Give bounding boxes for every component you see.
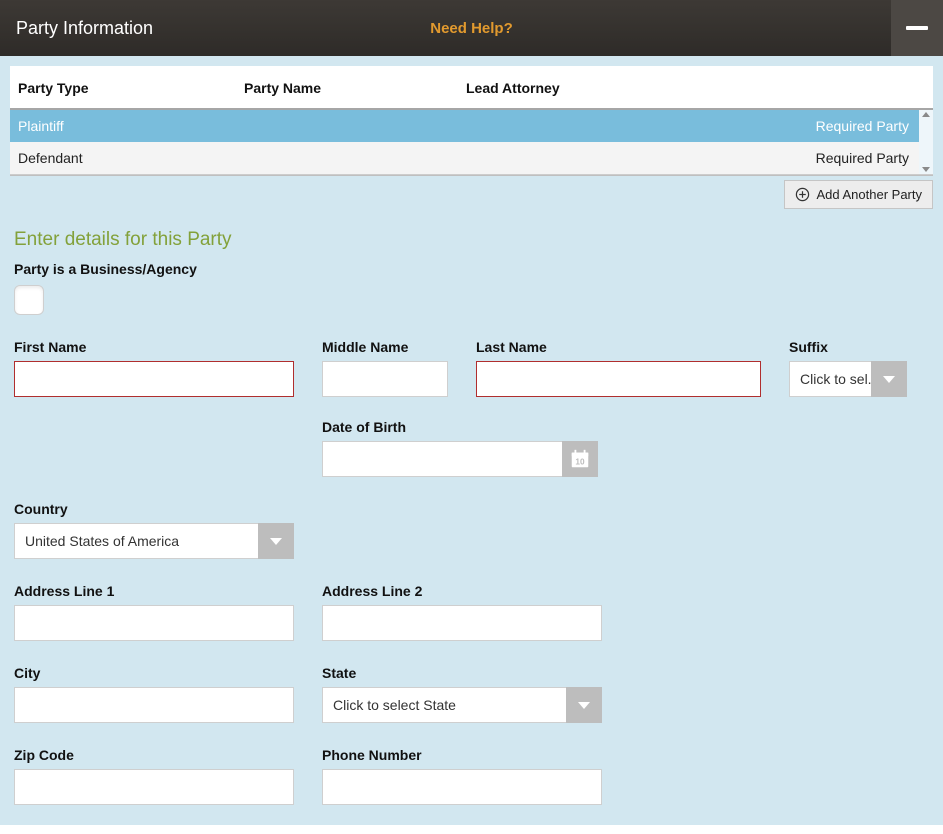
table-row[interactable]: Defendant Required Party — [10, 142, 933, 174]
chevron-down-icon — [578, 702, 590, 709]
suffix-dropdown-button[interactable] — [871, 361, 907, 397]
middle-name-field: Middle Name — [322, 339, 448, 397]
party-form: First Name Middle Name Last Name Suffix … — [10, 315, 933, 805]
table-body: Plaintiff Required Party Defendant Requi… — [10, 108, 933, 175]
add-button-label: Add Another Party — [816, 187, 922, 202]
last-name-input[interactable] — [476, 361, 761, 397]
zip-field: Zip Code — [14, 747, 294, 805]
help-link[interactable]: Need Help? — [430, 20, 513, 37]
chevron-down-icon — [270, 538, 282, 545]
address1-input[interactable] — [14, 605, 294, 641]
state-select-value: Click to select State — [322, 687, 566, 723]
country-select-value: United States of America — [14, 523, 258, 559]
suffix-label: Suffix — [789, 339, 907, 355]
column-party-type: Party Type — [18, 80, 244, 96]
calendar-icon: 10 — [569, 448, 591, 470]
column-lead-attorney: Lead Attorney — [466, 80, 925, 96]
scroll-up-icon — [922, 112, 930, 117]
table-scrollbar[interactable] — [919, 110, 933, 174]
address2-label: Address Line 2 — [322, 583, 602, 599]
plus-circle-icon — [795, 187, 810, 202]
dob-input[interactable] — [322, 441, 562, 477]
city-field: City — [14, 665, 294, 723]
phone-field: Phone Number — [322, 747, 602, 805]
panel-title: Party Information — [16, 18, 153, 39]
panel-body: Party Type Party Name Lead Attorney Plai… — [0, 56, 943, 825]
party-information-panel: Party Information Need Help? Party Type … — [0, 0, 943, 825]
cell-party-type: Defendant — [18, 150, 83, 166]
dob-calendar-button[interactable]: 10 — [562, 441, 598, 477]
state-dropdown-button[interactable] — [566, 687, 602, 723]
suffix-select-value: Click to sel. — [789, 361, 871, 397]
country-field: Country United States of America — [14, 501, 294, 559]
country-label: Country — [14, 501, 294, 517]
zip-label: Zip Code — [14, 747, 294, 763]
minimize-icon — [906, 26, 928, 30]
last-name-field: Last Name — [476, 339, 761, 397]
dob-field: Date of Birth 10 — [322, 419, 598, 477]
table-header-row: Party Type Party Name Lead Attorney — [10, 66, 933, 108]
panel-header: Party Information Need Help? — [0, 0, 943, 56]
first-name-label: First Name — [14, 339, 294, 355]
state-field: State Click to select State — [322, 665, 602, 723]
country-select[interactable]: United States of America — [14, 523, 294, 559]
state-select[interactable]: Click to select State — [322, 687, 602, 723]
add-row-container: Add Another Party — [10, 176, 933, 209]
phone-label: Phone Number — [322, 747, 602, 763]
country-dropdown-button[interactable] — [258, 523, 294, 559]
collapse-button[interactable] — [891, 0, 943, 56]
phone-input[interactable] — [322, 769, 602, 805]
svg-text:10: 10 — [575, 458, 585, 467]
column-party-name: Party Name — [244, 80, 466, 96]
scroll-down-icon — [922, 167, 930, 172]
city-input[interactable] — [14, 687, 294, 723]
first-name-input[interactable] — [14, 361, 294, 397]
add-another-party-button[interactable]: Add Another Party — [784, 180, 933, 209]
dob-label: Date of Birth — [322, 419, 598, 435]
middle-name-label: Middle Name — [322, 339, 448, 355]
business-agency-checkbox[interactable] — [14, 285, 44, 315]
suffix-select[interactable]: Click to sel. — [789, 361, 907, 397]
party-table: Party Type Party Name Lead Attorney Plai… — [10, 66, 933, 176]
address2-input[interactable] — [322, 605, 602, 641]
cell-status: Required Party — [816, 150, 909, 166]
first-name-field: First Name — [14, 339, 294, 397]
address2-field: Address Line 2 — [322, 583, 602, 641]
city-label: City — [14, 665, 294, 681]
suffix-field: Suffix Click to sel. — [789, 339, 907, 397]
address1-field: Address Line 1 — [14, 583, 294, 641]
state-label: State — [322, 665, 602, 681]
chevron-down-icon — [883, 376, 895, 383]
address1-label: Address Line 1 — [14, 583, 294, 599]
cell-party-type: Plaintiff — [18, 118, 64, 134]
table-row[interactable]: Plaintiff Required Party — [10, 110, 933, 142]
zip-input[interactable] — [14, 769, 294, 805]
business-agency-label: Party is a Business/Agency — [14, 261, 933, 277]
last-name-label: Last Name — [476, 339, 761, 355]
cell-status: Required Party — [816, 118, 909, 134]
section-title: Enter details for this Party — [14, 229, 933, 251]
middle-name-input[interactable] — [322, 361, 448, 397]
